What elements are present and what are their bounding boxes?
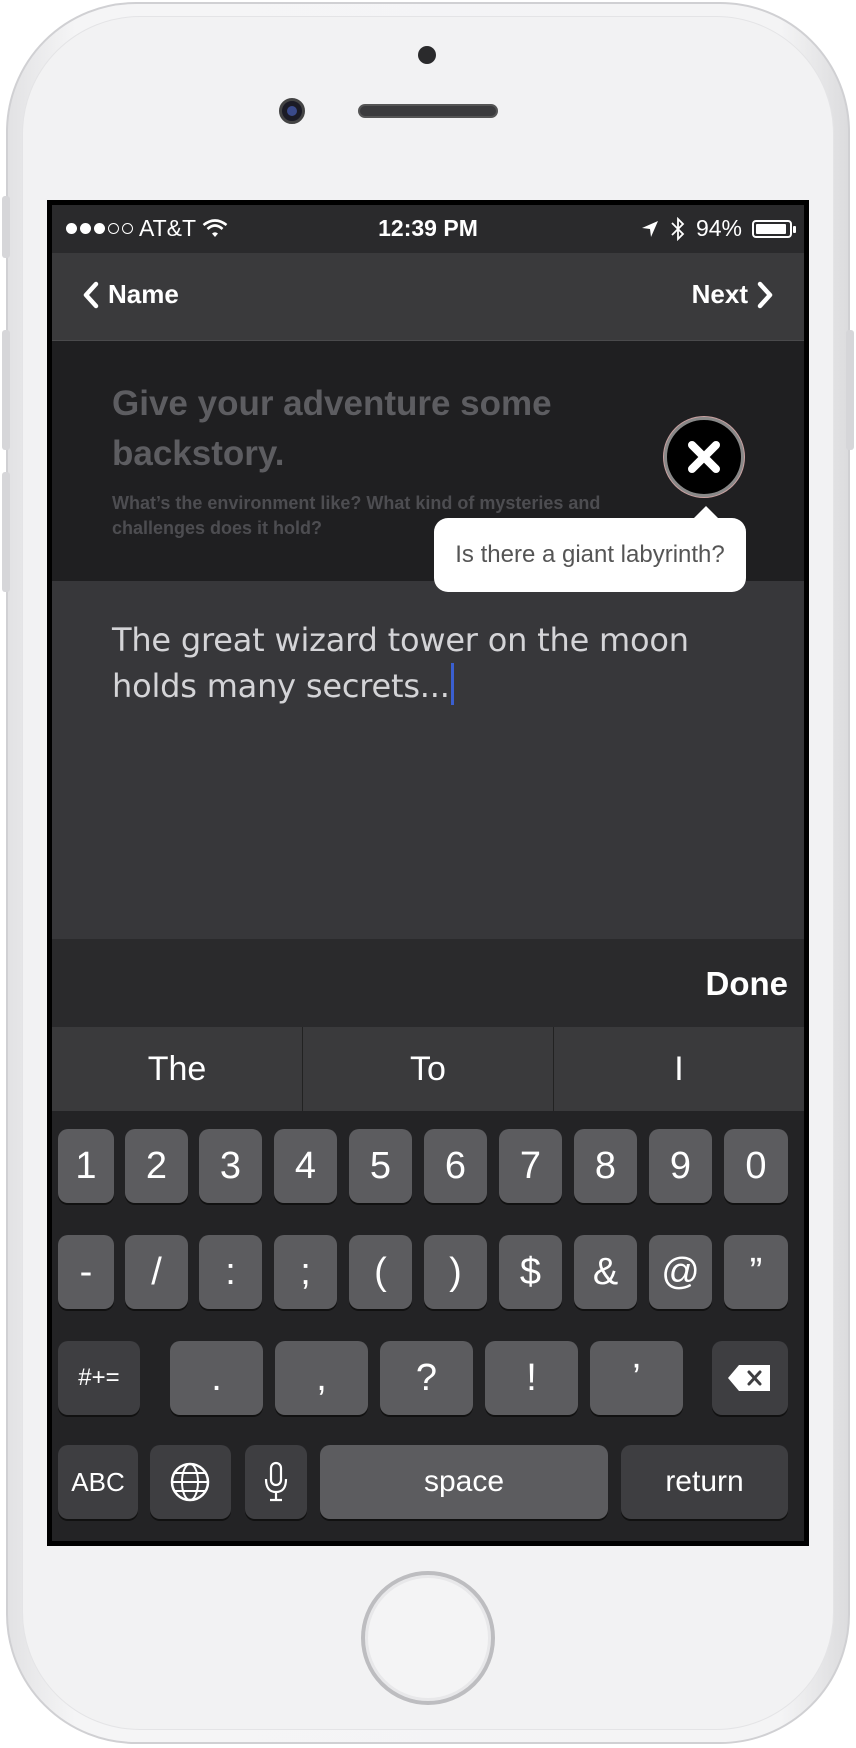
status-bar: AT&T 12:39 PM 94% — [52, 205, 804, 253]
prompt-title: Give your adventure some backstory. — [112, 384, 552, 473]
suggestion-item[interactable]: I — [554, 1027, 804, 1111]
backspace-icon — [728, 1365, 770, 1391]
battery-level-fill — [756, 223, 787, 234]
bluetooth-icon — [671, 216, 685, 241]
battery-percent: 94% — [695, 215, 742, 241]
key[interactable]: ! — [485, 1341, 578, 1415]
text-caret — [450, 663, 454, 705]
key[interactable]: 7 — [499, 1129, 562, 1203]
navigation-bar: Name Next — [52, 253, 804, 341]
back-button-label: Name — [108, 279, 179, 309]
key[interactable]: 8 — [574, 1129, 637, 1203]
app-screen: AT&T 12:39 PM 94% Name Next Give your ad… — [52, 205, 804, 1541]
key[interactable]: : — [199, 1235, 262, 1309]
space-key[interactable]: space — [320, 1445, 608, 1519]
battery-icon — [752, 219, 796, 238]
return-key[interactable]: return — [621, 1445, 788, 1519]
suggestion-item[interactable]: The — [52, 1027, 303, 1111]
home-button[interactable] — [361, 1571, 495, 1705]
key[interactable]: 2 — [125, 1129, 188, 1203]
chevron-left-icon — [83, 281, 99, 308]
key[interactable]: ’ — [590, 1341, 683, 1415]
key[interactable]: ( — [349, 1235, 412, 1309]
delete-key[interactable] — [712, 1341, 788, 1415]
globe-icon — [170, 1462, 210, 1502]
status-right: 94% — [640, 215, 796, 242]
close-icon — [688, 441, 720, 473]
key[interactable]: 1 — [58, 1129, 114, 1203]
next-button[interactable]: Next — [692, 279, 774, 310]
backstory-text-value: The great wizard tower on the moon holds… — [112, 621, 689, 705]
volume-down-button — [2, 472, 10, 592]
close-hint-button[interactable] — [664, 417, 744, 497]
key[interactable]: 5 — [349, 1129, 412, 1203]
key[interactable]: / — [125, 1235, 188, 1309]
predictive-suggestions-bar: The To I — [52, 1027, 804, 1111]
key[interactable]: , — [275, 1341, 368, 1415]
symbols-mode-key[interactable]: #+= — [58, 1341, 140, 1415]
backstory-text-area[interactable]: The great wizard tower on the moon holds… — [52, 581, 804, 939]
backstory-text: The great wizard tower on the moon holds… — [112, 617, 752, 709]
key[interactable]: - — [58, 1235, 114, 1309]
key[interactable]: & — [574, 1235, 637, 1309]
front-camera — [279, 98, 305, 124]
key[interactable]: @ — [649, 1235, 712, 1309]
key[interactable]: 4 — [274, 1129, 337, 1203]
done-button[interactable]: Done — [706, 965, 789, 1003]
globe-key[interactable] — [150, 1445, 231, 1519]
key[interactable]: ; — [274, 1235, 337, 1309]
proximity-sensor — [418, 46, 436, 64]
location-arrow-icon — [641, 220, 658, 237]
abc-mode-key[interactable]: ABC — [58, 1445, 138, 1519]
earpiece-speaker — [358, 104, 498, 118]
chevron-right-icon — [757, 281, 773, 308]
back-button[interactable]: Name — [82, 279, 179, 310]
key[interactable]: . — [170, 1341, 263, 1415]
microphone-icon — [264, 1461, 288, 1502]
key[interactable]: 0 — [724, 1129, 788, 1203]
hint-tooltip[interactable]: Is there a giant labyrinth? — [434, 506, 746, 592]
dictation-key[interactable] — [245, 1445, 307, 1519]
volume-up-button — [2, 330, 10, 450]
next-button-label: Next — [691, 279, 748, 309]
keyboard-accessory-bar: Done — [52, 939, 804, 1027]
key[interactable]: 6 — [424, 1129, 487, 1203]
suggestion-item[interactable]: To — [303, 1027, 554, 1111]
power-button — [846, 330, 854, 450]
mute-switch — [2, 196, 10, 258]
key[interactable]: 9 — [649, 1129, 712, 1203]
screen: AT&T 12:39 PM 94% Name Next Give your ad… — [47, 200, 809, 1546]
key[interactable]: ? — [380, 1341, 473, 1415]
key[interactable]: 3 — [199, 1129, 262, 1203]
keyboard: 1 2 3 4 5 6 7 8 9 0 - / : ; ( ) $ & @ ” … — [52, 1111, 804, 1541]
key[interactable]: ” — [724, 1235, 788, 1309]
key[interactable]: ) — [424, 1235, 487, 1309]
key[interactable]: $ — [499, 1235, 562, 1309]
